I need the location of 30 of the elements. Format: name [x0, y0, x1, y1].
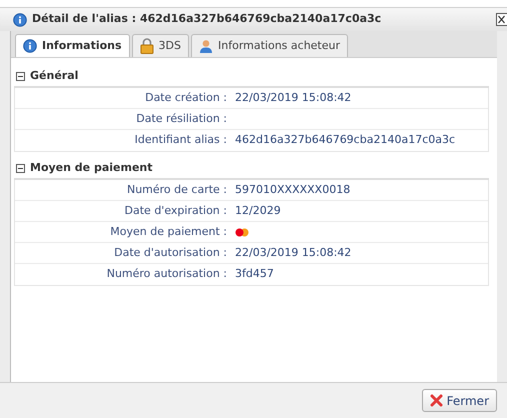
card-logo-icon: [235, 228, 249, 236]
info-icon: [23, 39, 37, 53]
field-value: 462d16a327b646769cba2140a17c0a3c: [235, 132, 456, 148]
field-label: Identifiant alias :: [134, 132, 227, 148]
field-label: Date résiliation :: [135, 110, 227, 127]
field-label: Moyen de paiement :: [109, 224, 227, 240]
field-value: 22/03/2019 15:08:42: [235, 244, 352, 261]
info-icon: [13, 12, 27, 26]
field-label: Date d'expiration :: [124, 202, 227, 219]
close-icon[interactable]: [496, 13, 507, 26]
field-label: Date création :: [144, 90, 227, 106]
field-value: 12/2029: [235, 202, 281, 219]
padlock-icon: [140, 38, 154, 54]
field-value: 22/03/2019 15:08:42: [235, 90, 352, 106]
cross-icon: [430, 394, 443, 407]
field-label: Date d'autorisation :: [113, 244, 227, 261]
window-title: Détail de l'alias : 462d16a327b646769cba2140a17c0a3c: [32, 11, 382, 28]
field-label: Numéro de carte :: [126, 182, 227, 198]
field-label: Numéro autorisation :: [106, 266, 227, 282]
tab[interactable]: 3DS: [132, 34, 189, 57]
collapse-icon[interactable]: [16, 164, 25, 172]
field-value: 3fd457: [235, 266, 274, 282]
person-icon: [199, 39, 213, 53]
close-button[interactable]: Fermer: [422, 389, 497, 412]
tab[interactable]: Informations acheteur: [191, 34, 348, 57]
field-value: 597010XXXXXX0018: [235, 182, 350, 198]
section-title: Moyen de paiement: [30, 160, 152, 176]
collapse-icon[interactable]: [16, 72, 25, 80]
section-title: Général: [30, 68, 78, 84]
tab[interactable]: Informations: [15, 34, 130, 57]
